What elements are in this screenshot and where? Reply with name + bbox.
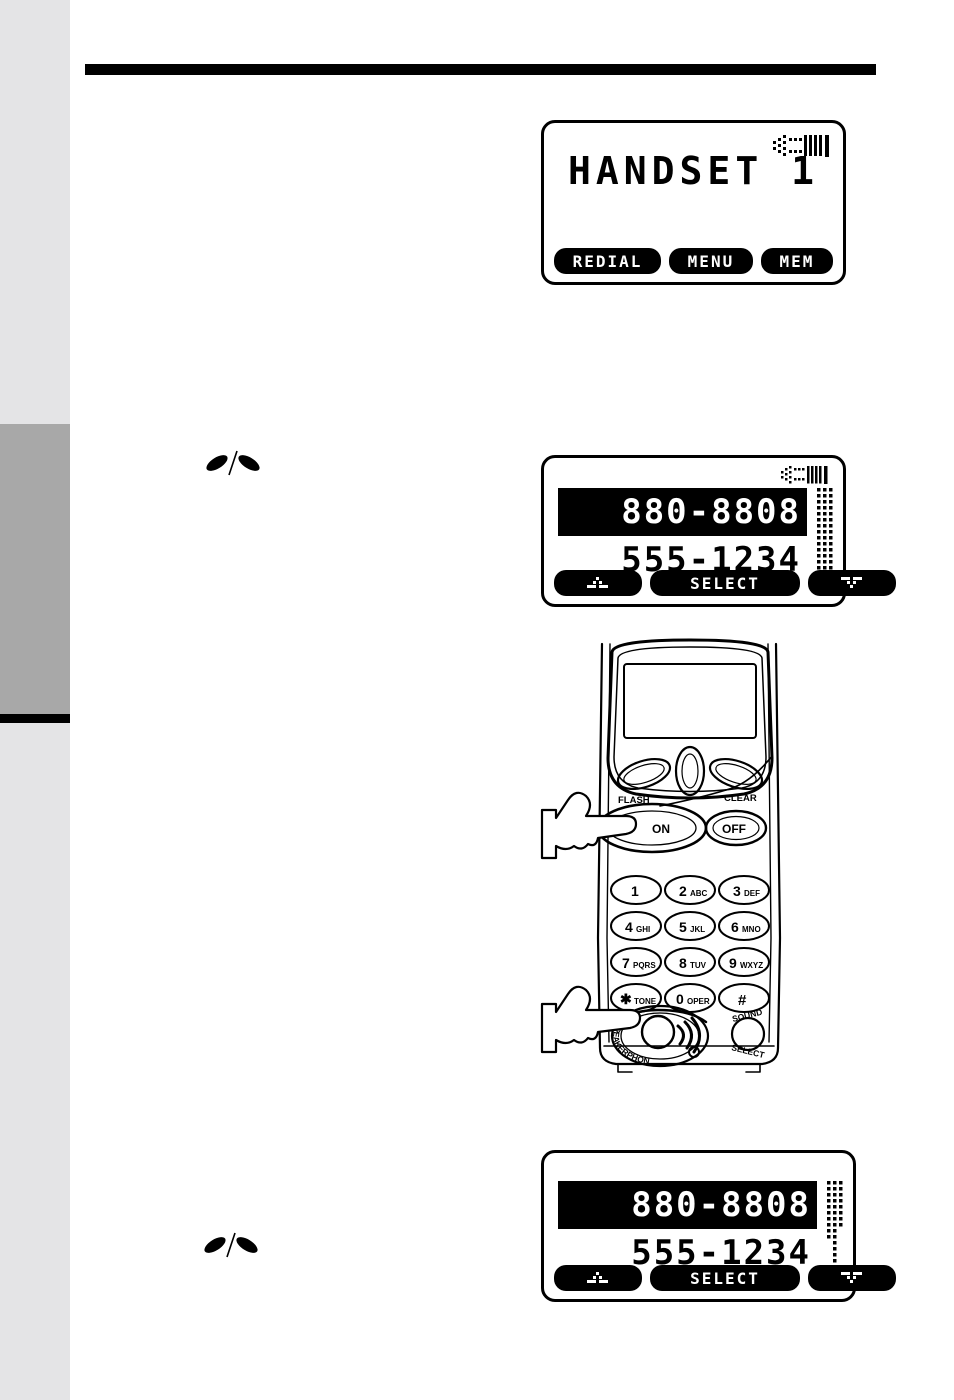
softkey-mem[interactable]: MEM	[760, 248, 833, 274]
svg-text:1: 1	[631, 883, 639, 899]
lcd-number-list-upper: 880-8808 555-1234 SELECT	[541, 455, 896, 607]
svg-text:JKL: JKL	[690, 925, 705, 934]
svg-text:OPER: OPER	[687, 997, 710, 1006]
svg-text:DEF: DEF	[744, 889, 760, 898]
lcd-softkey-bar: REDIAL MENU MEM	[554, 248, 833, 274]
thumb-tab-rule-bottom	[0, 714, 70, 723]
svg-text:TUV: TUV	[690, 961, 707, 970]
manual-page: HANDSET 1 REDIAL MENU MEM 880-8808 555-1…	[0, 0, 954, 1400]
svg-text:#: #	[738, 992, 747, 1009]
phone-number-value: 880-8808	[621, 492, 801, 532]
phone-number-value: 880-8808	[631, 1185, 811, 1225]
softkey-scroll-up[interactable]	[554, 570, 642, 596]
svg-text:PQRS: PQRS	[633, 961, 656, 970]
table-row[interactable]: 880-8808	[558, 488, 807, 536]
softkey-select[interactable]: SELECT	[650, 570, 800, 596]
svg-text:5: 5	[679, 919, 687, 935]
on-key-label: ON	[652, 822, 670, 836]
scroll-step-marker-2	[198, 1228, 268, 1262]
svg-text:3: 3	[733, 883, 741, 899]
down-arrow-icon	[841, 577, 863, 589]
scrollbar-dot-matrix[interactable]	[817, 488, 833, 580]
scroll-step-marker-1	[200, 446, 270, 480]
svg-text:WXYZ: WXYZ	[740, 961, 763, 970]
svg-text:MNO: MNO	[742, 925, 761, 934]
softkey-menu[interactable]: MENU	[669, 248, 753, 274]
svg-text:8: 8	[679, 955, 687, 971]
softkey-scroll-down[interactable]	[808, 1265, 896, 1291]
flash-label: FLASH	[618, 795, 650, 806]
svg-text:TONE: TONE	[634, 997, 657, 1006]
lcd-title-text: HANDSET 1	[568, 149, 819, 193]
softkey-select[interactable]: SELECT	[650, 1265, 800, 1291]
table-row[interactable]: 880-8808	[558, 1181, 817, 1229]
svg-text:GHI: GHI	[636, 925, 650, 934]
svg-text:9: 9	[729, 955, 737, 971]
softkey-scroll-down[interactable]	[808, 570, 896, 596]
off-key-label: OFF	[722, 822, 746, 836]
svg-text:6: 6	[731, 919, 739, 935]
header-rule	[85, 64, 876, 75]
svg-text:ABC: ABC	[690, 889, 708, 898]
thumb-index-tab	[0, 424, 70, 723]
down-arrow-icon	[841, 1272, 863, 1284]
up-arrow-icon	[587, 577, 609, 589]
softkey-redial[interactable]: REDIAL	[554, 248, 662, 274]
lcd-softkey-bar: SELECT	[554, 570, 896, 596]
lcd-handset-standby: HANDSET 1 REDIAL MENU MEM	[541, 120, 846, 285]
cordless-handset-illustration: FLASH CLEAR ON OFF 1 2 ABC 3 DEF 4 GHI 5 JKL…	[540, 638, 840, 1078]
lcd-number-list-lower: 880-8808 555-1234 SELECT	[541, 1150, 896, 1302]
up-arrow-icon	[587, 1272, 609, 1284]
lcd-softkey-bar: SELECT	[554, 1265, 896, 1291]
softkey-scroll-up[interactable]	[554, 1265, 642, 1291]
svg-text:7: 7	[622, 955, 630, 971]
scrollbar-dot-matrix[interactable]	[827, 1181, 843, 1277]
clear-label: CLEAR	[724, 793, 757, 804]
signal-strength-icon	[781, 466, 831, 484]
svg-text:4: 4	[625, 919, 633, 935]
svg-text:✱: ✱	[620, 991, 632, 1007]
svg-text:2: 2	[679, 883, 687, 899]
svg-text:0: 0	[676, 991, 684, 1007]
